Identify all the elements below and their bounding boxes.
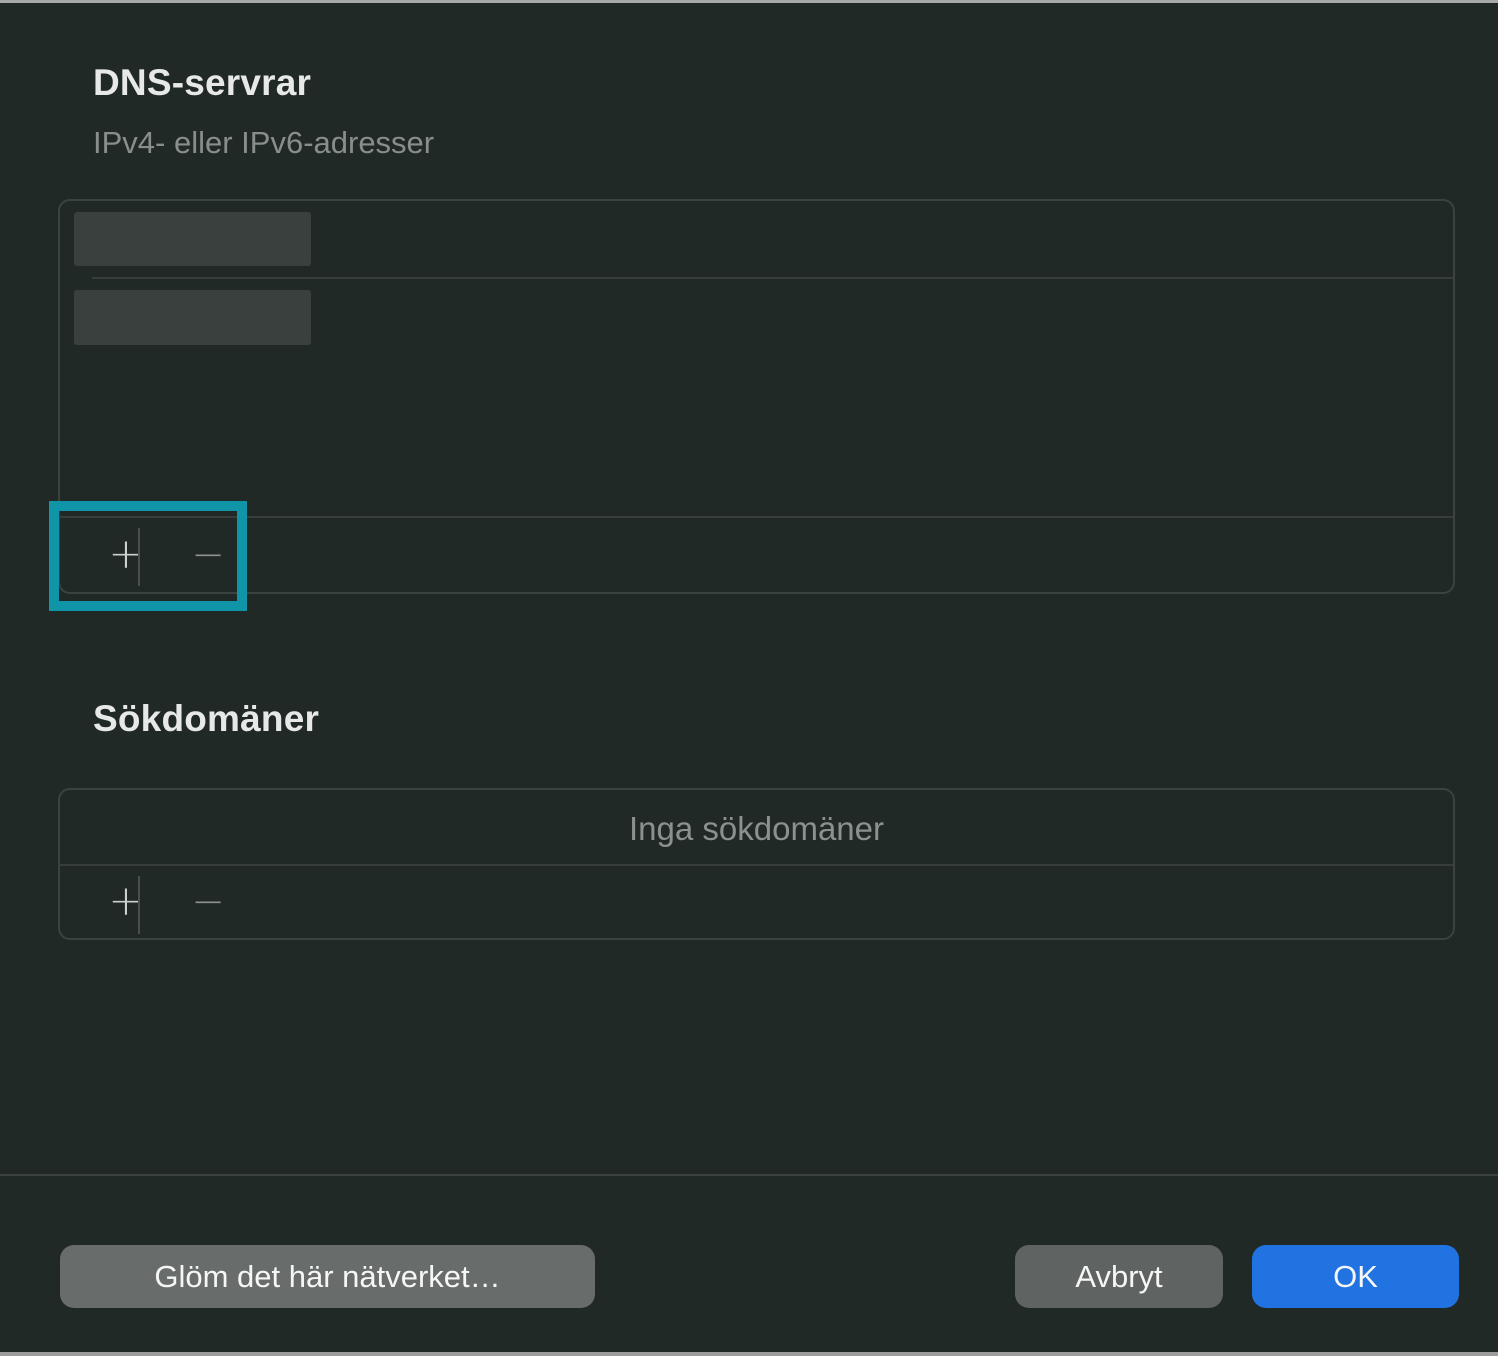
row-divider (92, 277, 1453, 279)
empty-search-domains-label: Inga sökdomäner (60, 810, 1453, 848)
dns-servers-title: DNS-servrar (93, 62, 311, 104)
window-top-edge (0, 0, 1498, 3)
footer-divider (0, 1174, 1498, 1176)
dns-server-entry-redacted[interactable] (74, 212, 311, 266)
search-domains-title: Sökdomäner (93, 698, 319, 740)
highlight-annotation (49, 501, 247, 611)
add-search-domain-button[interactable]: + (96, 880, 156, 922)
dns-server-entry-redacted[interactable] (74, 290, 311, 345)
control-separator (138, 876, 140, 934)
ok-button[interactable]: OK (1252, 1245, 1459, 1308)
dns-server-list[interactable]: + − (58, 199, 1455, 594)
search-domains-list[interactable]: Inga sökdomäner + − (58, 788, 1455, 940)
control-row-divider (60, 864, 1453, 866)
forget-network-button[interactable]: Glöm det här nätverket… (60, 1245, 595, 1308)
cancel-button[interactable]: Avbryt (1015, 1245, 1223, 1308)
remove-search-domain-button[interactable]: − (178, 882, 238, 922)
control-row-divider (60, 516, 1453, 518)
window-bottom-edge (0, 1352, 1498, 1356)
dns-servers-subtitle: IPv4- eller IPv6-adresser (93, 125, 434, 161)
